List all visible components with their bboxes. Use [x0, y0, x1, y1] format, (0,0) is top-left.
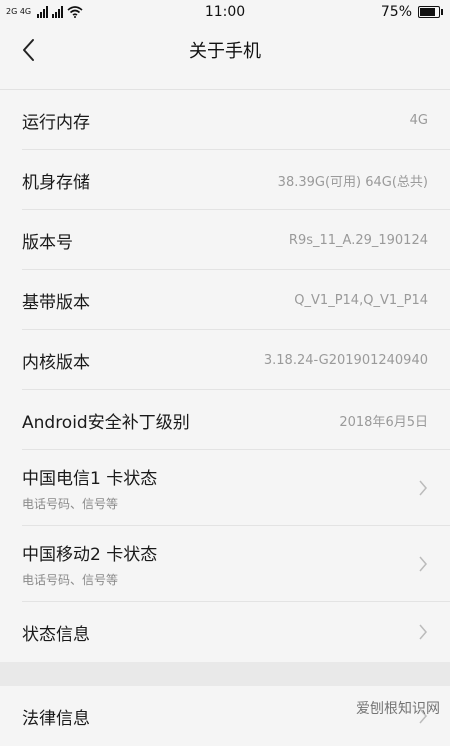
list-item-value: 38.39G(可用) 64G(总共)	[277, 174, 428, 190]
list-item-label: 中国移动2 卡状态	[22, 545, 158, 565]
clock: 11:00	[204, 4, 246, 20]
list-item-text: 中国移动2 卡状态 电话号码、信号等	[22, 540, 157, 588]
list-item-sim1-status[interactable]: 中国电信1 卡状态 电话号码、信号等	[0, 450, 450, 526]
list-item-status-info[interactable]: 状态信息	[0, 602, 450, 662]
list-item-value: 2018年6月5日	[339, 414, 428, 430]
watermark: 爱刨根知识网	[356, 701, 440, 717]
chevron-right-icon	[419, 624, 427, 640]
back-arrow-icon[interactable]	[18, 36, 40, 64]
list-item-label: 运行内存	[22, 112, 90, 133]
list-item-value: 3.18.24-G201901240940	[263, 352, 428, 368]
list-item-label: 版本号	[22, 232, 73, 253]
list-item-value: 4G	[409, 112, 428, 128]
list-item-ram[interactable]: 运行内存 4G	[0, 90, 450, 150]
list-item-subtitle: 电话号码、信号等	[22, 573, 119, 587]
settings-list: 运行内存 4G 机身存储 38.39G(可用) 64G(总共) 版本号 R9s_…	[0, 90, 450, 746]
list-item-sim2-status[interactable]: 中国移动2 卡状态 电话号码、信号等	[0, 526, 450, 602]
list-item-security-patch[interactable]: Android安全补丁级别 2018年6月5日	[0, 390, 450, 450]
list-item-label: 内核版本	[22, 352, 90, 373]
list-item-value: R9s_11_A.29_190124	[288, 232, 428, 248]
battery-icon	[418, 6, 443, 18]
list-item-build-number[interactable]: 版本号 R9s_11_A.29_190124	[0, 210, 450, 270]
list-item-storage[interactable]: 机身存储 38.39G(可用) 64G(总共)	[0, 150, 450, 210]
list-item-label: Android安全补丁级别	[22, 412, 190, 433]
chevron-right-icon	[419, 480, 427, 496]
header: 关于手机	[0, 24, 450, 76]
list-item-text: 中国电信1 卡状态 电话号码、信号等	[22, 464, 157, 512]
section-divider	[0, 662, 450, 686]
list-item-label: 机身存储	[22, 172, 90, 193]
list-item-label: 基带版本	[22, 292, 90, 313]
list-item-baseband[interactable]: 基带版本 Q_V1_P14,Q_V1_P14	[0, 270, 450, 330]
status-bar: 2G 4G 11:00 75%	[0, 0, 450, 24]
list-item-value: Q_V1_P14,Q_V1_P14	[294, 292, 428, 308]
list-item-kernel[interactable]: 内核版本 3.18.24-G201901240940	[0, 330, 450, 390]
page-title: 关于手机	[189, 41, 261, 62]
list-item-label: 中国电信1 卡状态	[22, 469, 158, 489]
list-item-label: 状态信息	[22, 624, 90, 645]
list-item-label: 法律信息	[22, 708, 90, 729]
chevron-right-icon	[419, 556, 427, 572]
battery-fill	[420, 8, 435, 16]
list-item-subtitle: 电话号码、信号等	[22, 497, 119, 511]
